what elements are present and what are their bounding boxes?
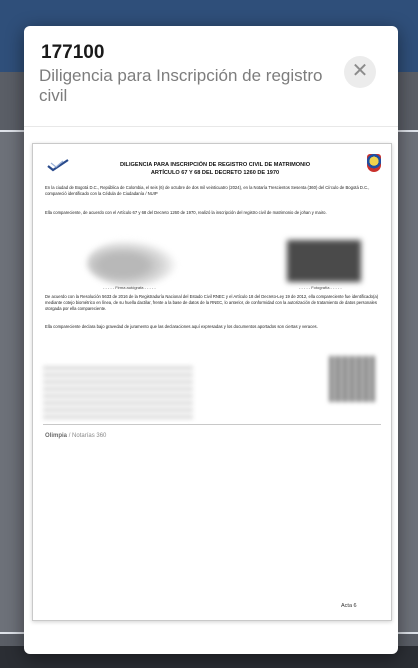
footer-brand: Olimpia: [45, 433, 68, 439]
document-paragraph-2: Ella compareciente, de acuerdo con el Ar…: [45, 210, 327, 215]
document-footer: Olimpia / Notarías 360: [45, 433, 106, 439]
document-page: DILIGENCIA PARA INSCRIPCIÓN DE REGISTRO …: [32, 143, 392, 621]
coat-of-arms-icon: [367, 154, 381, 172]
document-paragraph-4: Ella compareciente declara bajo gravedad…: [45, 324, 318, 329]
close-button[interactable]: ✕: [344, 56, 376, 88]
document-title-line1: DILIGENCIA PARA INSCRIPCIÓN DE REGISTRO …: [119, 162, 311, 168]
signature-image: [87, 240, 177, 286]
modal-divider: [24, 126, 398, 127]
document-preview-modal: 177100 Diligencia para Inscripción de re…: [24, 26, 398, 654]
modal-code: 177100: [41, 42, 105, 63]
document-paragraph-3: De acuerdo con la Resolución 5633 de 201…: [45, 294, 379, 311]
close-icon[interactable]: ✕: [352, 60, 369, 82]
page-label: Acta 6: [341, 603, 357, 609]
qr-code-image: [329, 356, 375, 402]
modal-title: Diligencia para Inscripción de registro …: [39, 66, 323, 105]
document-divider: [43, 424, 381, 425]
document-title-line2: ARTÍCULO 67 Y 68 DEL DECRETO 1260 DE 197…: [150, 170, 280, 176]
signature-caption: - - - - - Firma autógrafa - - - - -: [103, 285, 156, 290]
photo-image: [287, 240, 361, 282]
footer-text: / Notarías 360: [68, 433, 107, 439]
checkmark-logo-icon: [47, 159, 69, 172]
photo-caption: - - - - - Fotografía - - - - -: [299, 285, 342, 290]
document-title: DILIGENCIA PARA INSCRIPCIÓN DE REGISTRO …: [75, 161, 355, 177]
redacted-details: [43, 366, 193, 422]
document-paragraph-1: En la ciudad de Bogotá D.C., República d…: [45, 185, 370, 196]
